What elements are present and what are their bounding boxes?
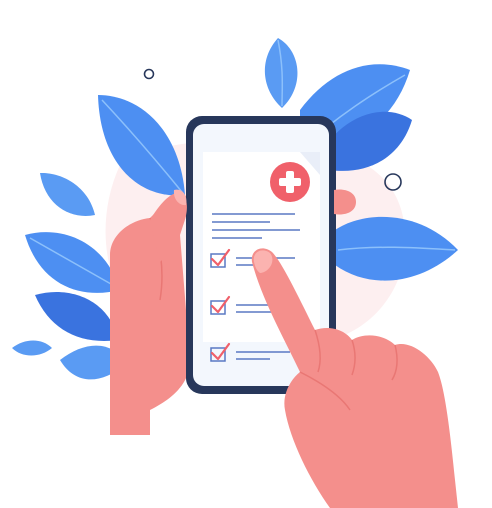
leaf-tiny (12, 340, 52, 356)
leaf-left-lower (35, 292, 118, 341)
decor-circle-small (143, 68, 155, 80)
decor-circle-large (384, 173, 402, 191)
illustration-canvas (12, 38, 458, 508)
medical-checklist-illustration (0, 0, 492, 508)
leaf-left-small (40, 172, 95, 216)
medical-cross-icon (270, 162, 310, 202)
